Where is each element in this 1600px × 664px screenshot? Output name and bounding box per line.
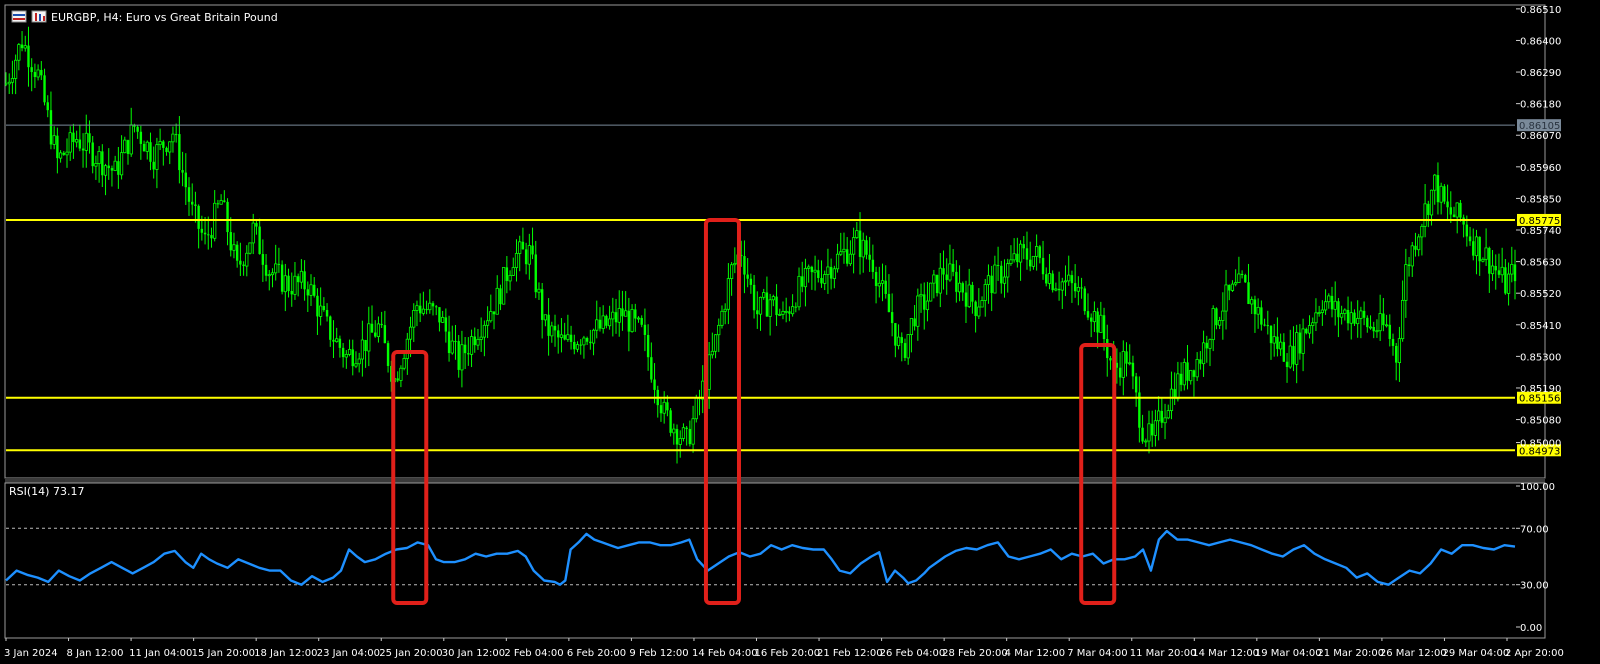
- candle: [694, 394, 698, 423]
- price-tick-label: 0.85630: [1520, 258, 1561, 269]
- candle: [929, 282, 933, 302]
- time-tick-label: 28 Feb 20:00: [942, 648, 1008, 659]
- time-tick-label: 14 Feb 04:00: [692, 648, 758, 659]
- rsi-tick-label: 70.00: [1520, 524, 1549, 535]
- time-tick-label: 9 Feb 12:00: [629, 648, 688, 659]
- time-tick-label: 15 Jan 20:00: [192, 648, 255, 659]
- candle: [1051, 270, 1054, 293]
- time-tick-label: 11 Mar 20:00: [1130, 648, 1197, 659]
- time-tick-label: 18 Jan 12:00: [254, 648, 317, 659]
- time-tick-label: 19 Mar 04:00: [1255, 648, 1322, 659]
- price-tick-label: 0.85300: [1520, 352, 1561, 363]
- chart-title: EURGBP, H4: Euro vs Great Britain Pound: [51, 11, 278, 24]
- price-tick-label: 0.85000: [1520, 439, 1561, 450]
- time-tick-label: 23 Jan 04:00: [317, 648, 380, 659]
- candle: [669, 407, 672, 437]
- time-tick-label: 7 Mar 04:00: [1067, 648, 1127, 659]
- trading-chart[interactable]: 0.861050.857750.851560.84973 0.865100.86…: [0, 0, 1600, 664]
- candle: [280, 260, 284, 295]
- price-tick-label: 0.86070: [1520, 131, 1561, 142]
- candle: [1083, 286, 1086, 315]
- time-tick-label: 25 Jan 20:00: [379, 648, 442, 659]
- time-tick-label: 14 Mar 12:00: [1192, 648, 1259, 659]
- time-tick-label: 26 Mar 12:00: [1380, 648, 1447, 659]
- time-tick-label: 6 Feb 20:00: [567, 648, 626, 659]
- rsi-tick-label: 0.00: [1520, 623, 1542, 634]
- chart-icon[interactable]: [11, 10, 27, 23]
- time-tick-label: 2 Feb 04:00: [504, 648, 563, 659]
- time-tick-label: 3 Jan 2024: [4, 648, 58, 659]
- price-tick-label: 0.85190: [1520, 384, 1561, 395]
- candle: [248, 242, 252, 255]
- rsi-tick-label: 30.00: [1520, 581, 1549, 592]
- price-tick-label: 0.85960: [1520, 163, 1561, 174]
- time-tick-label: 8 Jan 12:00: [67, 648, 124, 659]
- price-tick-label: 0.85080: [1520, 416, 1561, 427]
- time-tick-label: 4 Mar 12:00: [1005, 648, 1065, 659]
- level-price-label: 0.85156: [1519, 394, 1560, 405]
- price-tick-label: 0.86510: [1520, 5, 1561, 16]
- time-tick-label: 30 Jan 12:00: [442, 648, 505, 659]
- time-tick-label: 16 Feb 20:00: [755, 648, 821, 659]
- price-tick-label: 0.86400: [1520, 36, 1561, 47]
- candle: [1244, 273, 1247, 283]
- price-tick-label: 0.85520: [1520, 289, 1561, 300]
- price-tick-label: 0.85850: [1520, 194, 1561, 205]
- time-tick-label: 11 Jan 04:00: [129, 648, 192, 659]
- rsi-tick-label: 100.00: [1520, 482, 1555, 493]
- time-tick-label: 26 Feb 04:00: [880, 648, 946, 659]
- time-tick-label: 29 Mar 04:00: [1442, 648, 1509, 659]
- rsi-label: RSI(14) 73.17: [9, 485, 84, 498]
- time-tick-label: 21 Feb 12:00: [817, 648, 883, 659]
- time-tick-label: 21 Mar 20:00: [1317, 648, 1384, 659]
- time-tick-label: 2 Apr 20:00: [1505, 648, 1564, 659]
- candle: [1443, 184, 1446, 205]
- price-tick-label: 0.86290: [1520, 68, 1561, 79]
- price-tick-label: 0.86180: [1520, 100, 1561, 111]
- price-tick-label: 0.85740: [1520, 226, 1561, 237]
- price-tick-label: 0.85410: [1520, 321, 1561, 332]
- candle: [502, 266, 506, 305]
